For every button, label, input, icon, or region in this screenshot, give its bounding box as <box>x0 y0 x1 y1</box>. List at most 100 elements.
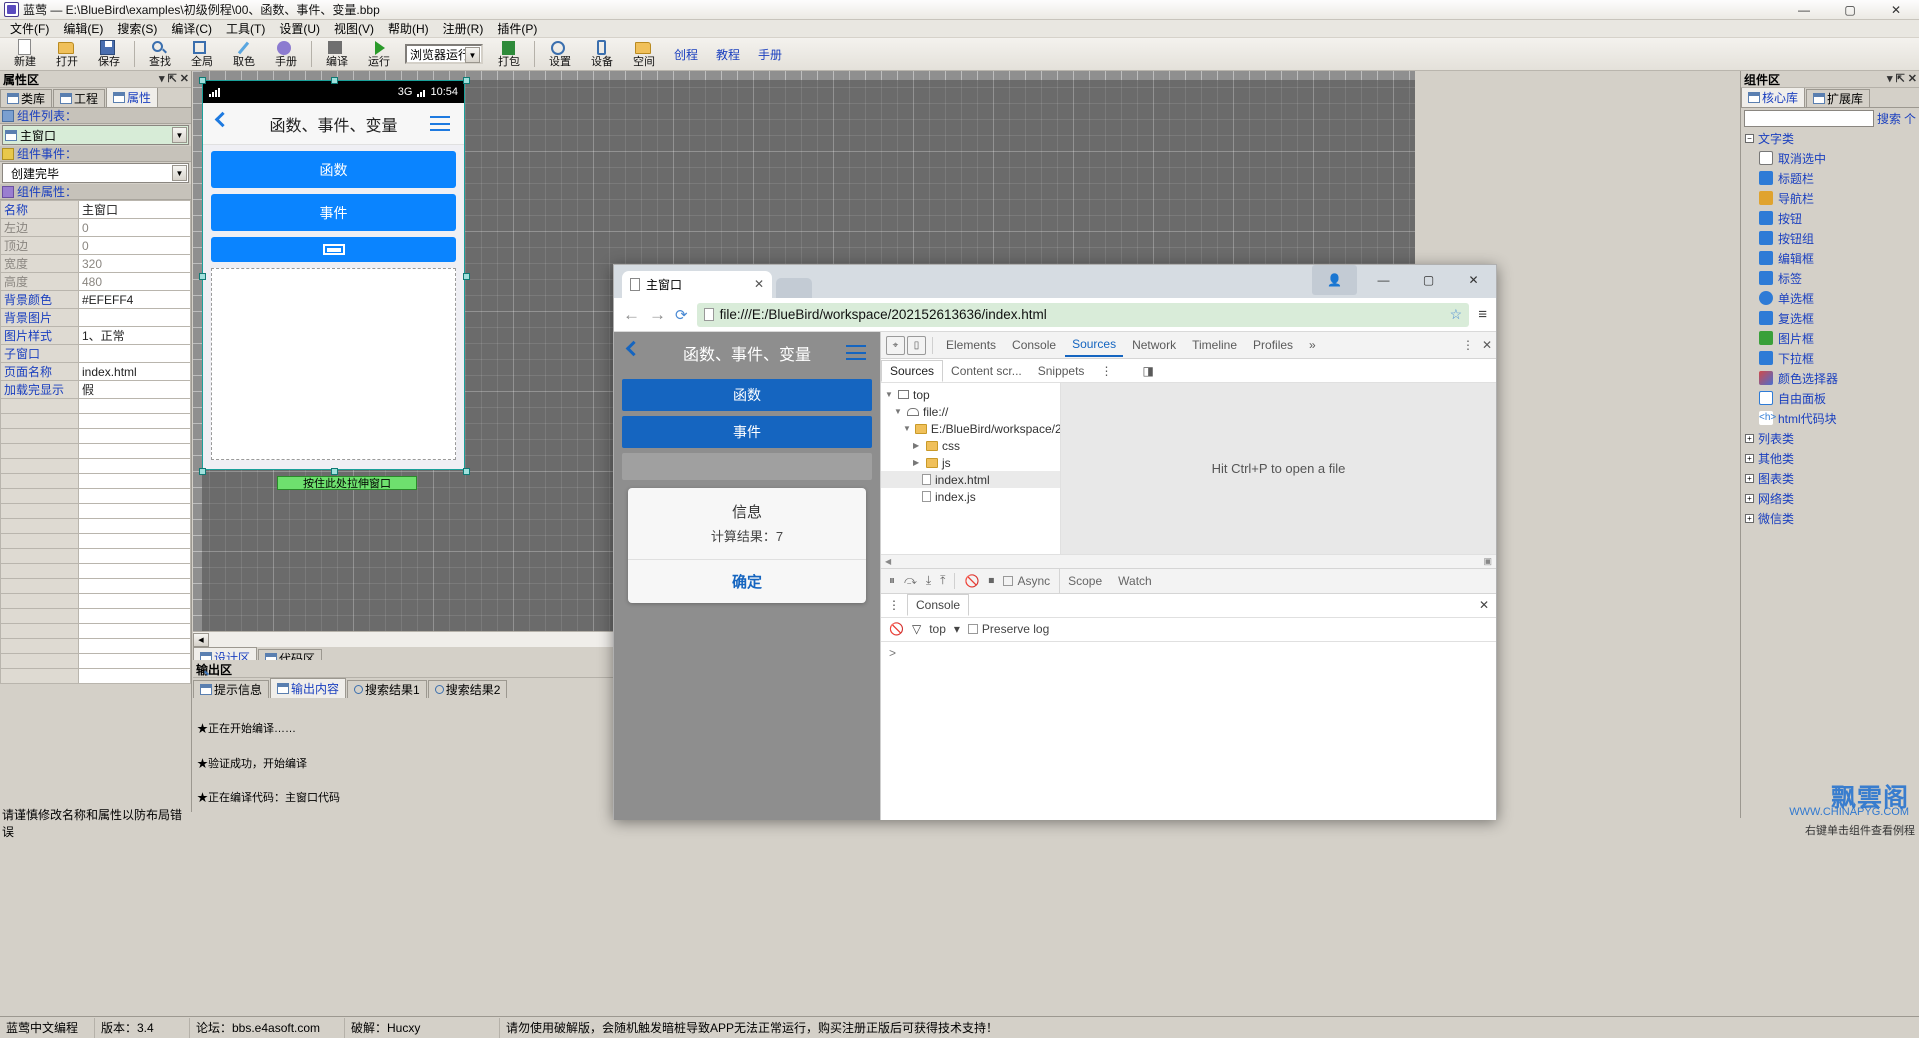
sources-file-tree[interactable]: ▼ top ▼ file:// ▼ E:/BlueBird/workspace/… <box>881 383 1061 554</box>
watch-tab[interactable]: Watch <box>1110 574 1160 588</box>
table-row[interactable] <box>0 443 191 459</box>
toolbar-settings-button[interactable]: 设置 <box>539 39 581 70</box>
table-row[interactable]: 顶边 0 <box>0 236 191 255</box>
expand-icon[interactable]: + <box>1745 493 1754 503</box>
component-group-network[interactable]: + 网络类 <box>1741 488 1919 508</box>
table-row[interactable]: 背景图片 <box>0 308 191 327</box>
tree-node-index-html[interactable]: index.html <box>881 471 1060 488</box>
tree-node-js[interactable]: ▶ js <box>881 454 1060 471</box>
console-drawer-close-icon[interactable]: ✕ <box>1479 598 1489 612</box>
component-item-free-panel[interactable]: 自由面板 <box>1741 388 1919 408</box>
menu-item-file[interactable]: 文件(F) <box>3 19 56 38</box>
menu-item-settings[interactable]: 设置(U) <box>272 19 327 38</box>
resize-handle-tr[interactable] <box>463 77 470 84</box>
toolbar-manual-button[interactable]: 手册 <box>265 39 307 70</box>
components-search-label[interactable]: 搜索 <box>1877 110 1901 127</box>
resize-window-hint[interactable]: 按住此处拉伸窗口 <box>277 476 417 490</box>
component-item-image[interactable]: 图片框 <box>1741 328 1919 348</box>
tab-output-content[interactable]: 输出内容 <box>270 678 347 698</box>
toolbar-run-button[interactable]: 运行 <box>358 39 400 70</box>
menu-item-plugins[interactable]: 插件(P) <box>490 19 544 38</box>
devtools-sidebar-toggle-icon[interactable]: ◨ <box>1134 361 1161 381</box>
devtools-tab-sources[interactable]: Sources <box>1065 333 1124 357</box>
menu-item-search[interactable]: 搜索(S) <box>110 19 164 38</box>
toolbar-find-button[interactable]: 查找 <box>139 39 181 70</box>
preserve-log-checkbox[interactable]: Preserve log <box>967 622 1049 636</box>
phone-design-canvas[interactable]: 3G 10:54 函数、事件、变量 函数 事件 <box>199 77 470 475</box>
chevron-right-icon[interactable]: ▶ <box>913 441 922 450</box>
resize-handle-bl[interactable] <box>199 468 206 475</box>
table-row[interactable] <box>0 608 191 624</box>
devtools-subtab-content-scripts[interactable]: Content scr... <box>943 361 1030 381</box>
devtools-subtab-snippets[interactable]: Snippets <box>1030 361 1093 381</box>
table-row[interactable] <box>0 488 191 504</box>
menu-item-register[interactable]: 注册(R) <box>436 19 491 38</box>
component-group-chart[interactable]: + 图表类 <box>1741 468 1919 488</box>
component-item-textbox[interactable]: 编辑框 <box>1741 248 1919 268</box>
table-row[interactable]: 页面名称 index.html <box>0 362 191 381</box>
component-event-select[interactable]: 创建完毕 ▼ <box>2 163 189 183</box>
back-arrow-icon[interactable]: ← <box>623 305 640 325</box>
component-item-radio[interactable]: 单选框 <box>1741 288 1919 308</box>
menu-item-help[interactable]: 帮助(H) <box>381 19 436 38</box>
devtools-tabs-overflow-icon[interactable]: » <box>1302 334 1323 356</box>
devtools-close-icon[interactable]: ✕ <box>1482 338 1492 352</box>
component-item-html-code[interactable]: <h> html代码块 <box>1741 408 1919 428</box>
table-row[interactable] <box>0 503 191 519</box>
tree-node-top[interactable]: ▼ top <box>881 386 1060 403</box>
scope-tab[interactable]: Scope <box>1060 574 1110 588</box>
table-row[interactable] <box>0 458 191 474</box>
chevron-down-icon[interactable]: ▾ <box>954 622 960 636</box>
table-row[interactable]: 图片样式 1、正常 <box>0 326 191 345</box>
design-toolbar-component[interactable] <box>211 237 456 262</box>
devtools-tab-timeline[interactable]: Timeline <box>1185 334 1244 356</box>
window-minimize-button[interactable]: — <box>1781 0 1827 20</box>
menu-item-edit[interactable]: 编辑(E) <box>56 19 110 38</box>
forward-arrow-icon[interactable]: → <box>649 305 666 325</box>
tab-search-result-1[interactable]: 搜索结果1 <box>347 680 427 698</box>
deactivate-breakpoints-button[interactable]: 🚫 <box>964 574 979 588</box>
toolbar-global-button[interactable]: 全局 <box>181 39 223 70</box>
devtools-tab-elements[interactable]: Elements <box>939 334 1003 356</box>
chrome-browser-window[interactable]: 主窗口 ✕ 👤 — ▢ ✕ ← → ⟳ file:///E:/BlueBird/… <box>613 264 1497 820</box>
filter-icon[interactable]: ▽ <box>912 622 921 636</box>
table-row[interactable] <box>0 398 191 414</box>
resize-handle-mr[interactable] <box>463 273 470 280</box>
tree-node-workspace-folder[interactable]: ▼ E:/BlueBird/workspace/2021526 <box>881 420 1060 437</box>
table-row[interactable] <box>0 638 191 654</box>
tab-design-view[interactable]: 设计区 <box>193 647 258 660</box>
step-out-button[interactable]: ⤒ <box>940 573 945 588</box>
toolbar-colorpick-button[interactable]: 取色 <box>223 39 265 70</box>
component-item-deselect[interactable]: 取消选中 <box>1741 148 1919 168</box>
chevron-down-icon[interactable]: ▼ <box>894 407 903 416</box>
toolbar-open-button[interactable]: 打开 <box>46 39 88 70</box>
component-group-text[interactable]: − 文字类 <box>1741 128 1919 148</box>
bookmark-star-icon[interactable]: ☆ <box>1450 306 1463 323</box>
dock-dropdown-icon[interactable]: ▾ <box>159 72 165 85</box>
expand-icon[interactable]: + <box>1745 513 1754 523</box>
prop-value[interactable]: 主窗口 <box>78 200 191 219</box>
toolbar-compile-button[interactable]: 编译 <box>316 39 358 70</box>
toolbar-new-button[interactable]: 新建 <box>4 38 46 70</box>
prop-value[interactable] <box>78 308 191 327</box>
design-button-function[interactable]: 函数 <box>211 151 456 188</box>
toolbar-link-tutorial[interactable]: 教程 <box>716 46 740 63</box>
hamburger-menu-icon[interactable] <box>846 345 866 360</box>
window-close-button[interactable]: ✕ <box>1873 0 1919 20</box>
dock-close-icon[interactable]: ✕ <box>1908 72 1917 85</box>
prop-value[interactable]: index.html <box>78 362 191 381</box>
expand-icon[interactable]: + <box>1745 433 1754 443</box>
chevron-down-icon[interactable]: ▼ <box>885 390 894 399</box>
back-chevron-icon[interactable] <box>625 340 642 357</box>
chevron-down-icon[interactable]: ▼ <box>465 47 480 63</box>
table-row[interactable]: 背景颜色 #EFEFF4 <box>0 290 191 309</box>
prop-value[interactable]: 0 <box>78 218 191 237</box>
alert-dialog[interactable]: 信息 计算结果：7 确定 <box>628 488 866 603</box>
new-tab-button[interactable] <box>776 278 812 298</box>
chevron-down-icon[interactable]: ▼ <box>903 424 911 433</box>
table-row[interactable] <box>0 653 191 669</box>
component-group-wechat[interactable]: + 微信类 <box>1741 508 1919 528</box>
chevron-down-icon[interactable]: ▼ <box>172 165 187 181</box>
pause-on-exceptions-button[interactable]: ⏹ <box>988 573 994 588</box>
inspect-element-icon[interactable]: ⌖ <box>886 335 905 355</box>
